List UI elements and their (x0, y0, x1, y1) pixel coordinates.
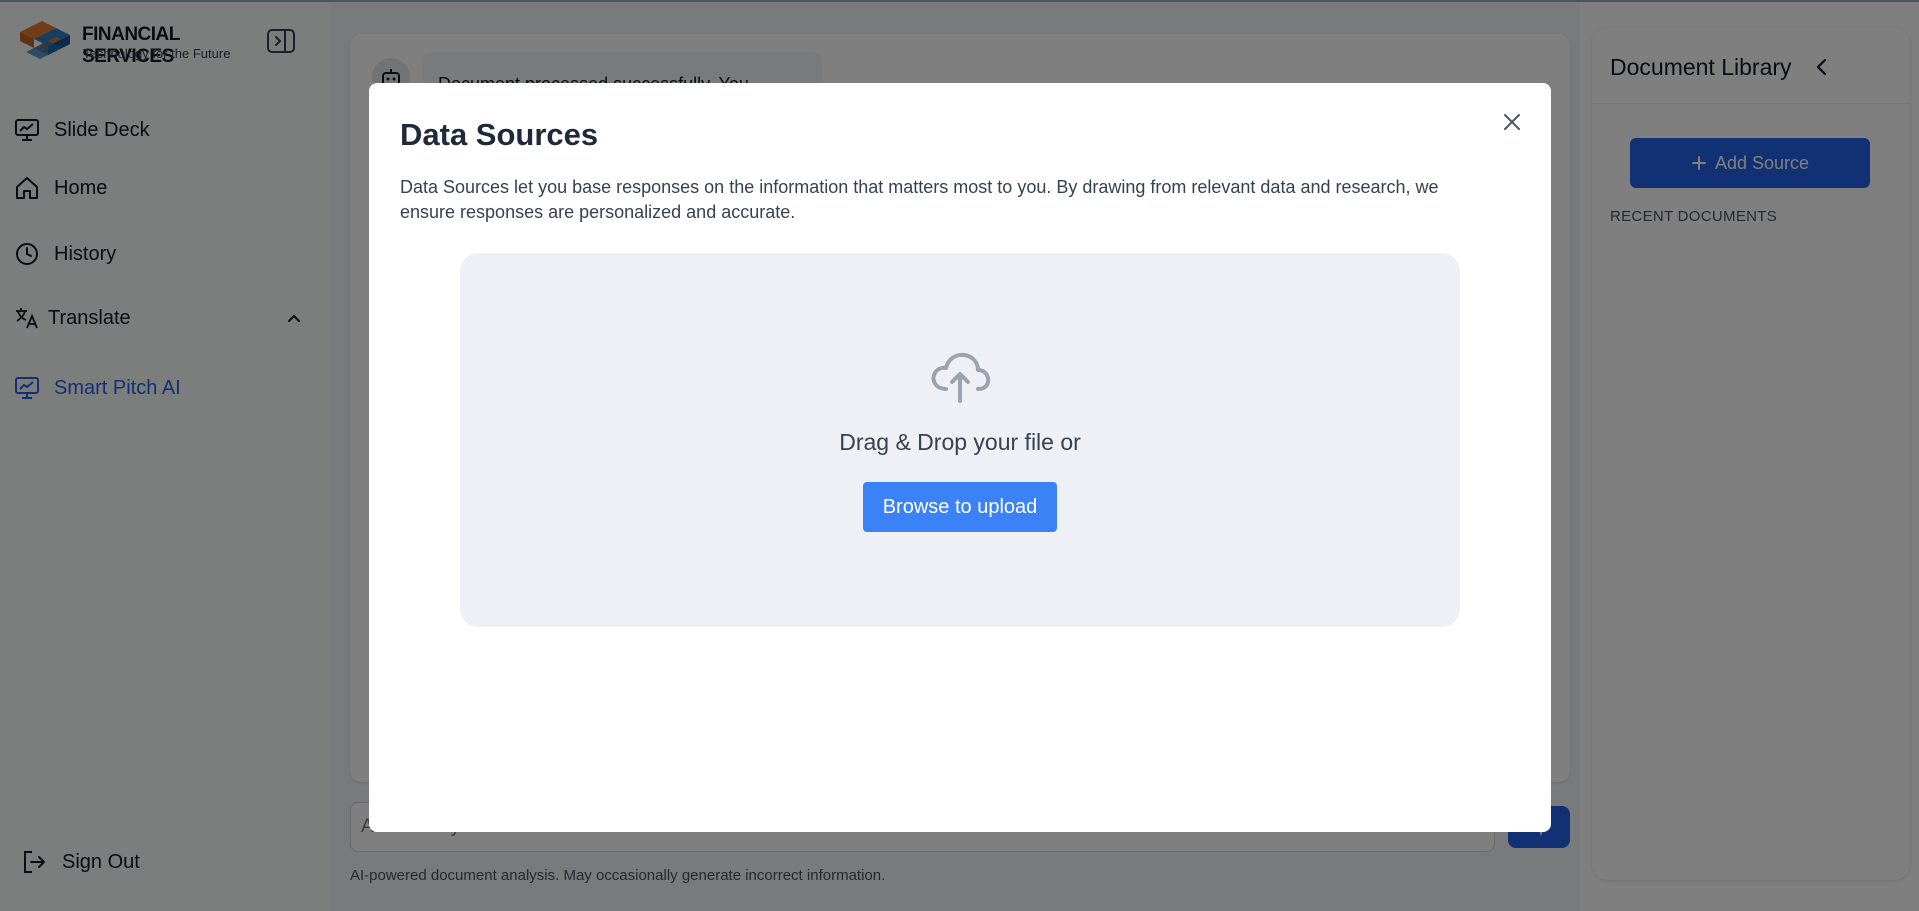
cloud-upload-icon (931, 352, 991, 403)
dropzone-text: Drag & Drop your file or (839, 429, 1081, 455)
close-modal-button[interactable] (1499, 109, 1525, 135)
close-icon (1504, 114, 1520, 130)
modal-title: Data Sources (400, 117, 599, 152)
file-dropzone[interactable]: Drag & Drop your file or Browse to uploa… (460, 253, 1460, 627)
browse-to-upload-button[interactable]: Browse to upload (863, 482, 1057, 532)
data-sources-modal: Data Sources Data Sources let you base r… (369, 83, 1551, 832)
modal-description: Data Sources let you base responses on t… (400, 177, 1439, 222)
